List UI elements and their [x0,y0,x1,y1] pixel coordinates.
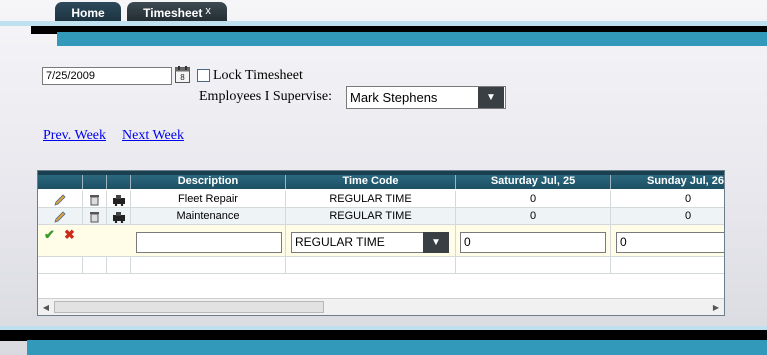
row-description: Maintenance [131,208,286,225]
next-week-link[interactable]: Next Week [122,128,184,144]
trash-icon[interactable] [83,191,107,208]
pencil-icon[interactable] [38,191,83,208]
empty-cell [286,257,456,274]
machine-icon[interactable] [107,191,131,208]
chevron-down-icon[interactable]: ▼ [478,87,504,108]
row-description: Fleet Repair [131,191,286,208]
time-code-select-value: REGULAR TIME [295,235,385,249]
checkmark-icon[interactable]: ✔ [44,227,55,242]
empty-cell [611,257,724,274]
pencil-icon[interactable] [38,208,83,225]
saturday-hours-input[interactable]: 0 [460,232,606,253]
svg-text:8: 8 [180,73,185,82]
prev-week-link[interactable]: Prev. Week [43,128,106,144]
header-bar-blue [57,32,767,46]
date-input[interactable]: 7/25/2009 [42,67,172,85]
row-sunday: 0 [611,191,724,208]
empty-cell [83,257,107,274]
grid-header-top [38,171,724,175]
footer-bar-blue [27,340,767,355]
chevron-down-icon[interactable]: ▼ [423,232,449,253]
scroll-left-icon[interactable]: ◀ [38,299,54,315]
edit-actions: ✔ ✖ [38,225,131,257]
tab-home-label: Home [71,6,105,20]
machine-icon[interactable] [107,208,131,225]
tab-timesheet-label: Timesheet [143,6,203,20]
horizontal-scrollbar[interactable]: ◀ ▶ [38,298,724,315]
cancel-x-icon[interactable]: ✖ [64,227,75,242]
calendar-icon[interactable]: 8 [175,66,190,83]
trash-icon[interactable] [83,208,107,225]
close-icon[interactable]: x [205,5,211,17]
empty-cell [107,257,131,274]
lock-timesheet-checkbox[interactable] [197,69,210,82]
row-time-code: REGULAR TIME [286,191,456,208]
row-saturday: 0 [456,208,611,225]
sunday-hours-input[interactable]: 0 [616,232,724,253]
scroll-right-icon[interactable]: ▶ [708,299,724,315]
row-sunday: 0 [611,208,724,225]
lock-timesheet-label: Lock Timesheet [213,68,303,83]
timesheet-grid: Description Time Code Saturday Jul, 25 S… [37,170,725,316]
row-saturday: 0 [456,191,611,208]
row-time-code: REGULAR TIME [286,208,456,225]
empty-cell [456,257,611,274]
empty-cell [38,257,83,274]
empty-cell [131,257,286,274]
description-input[interactable] [136,232,282,253]
employee-select-value: Mark Stephens [350,90,438,105]
employees-supervise-label: Employees I Supervise: [199,89,332,104]
scroll-thumb[interactable] [54,301,324,313]
